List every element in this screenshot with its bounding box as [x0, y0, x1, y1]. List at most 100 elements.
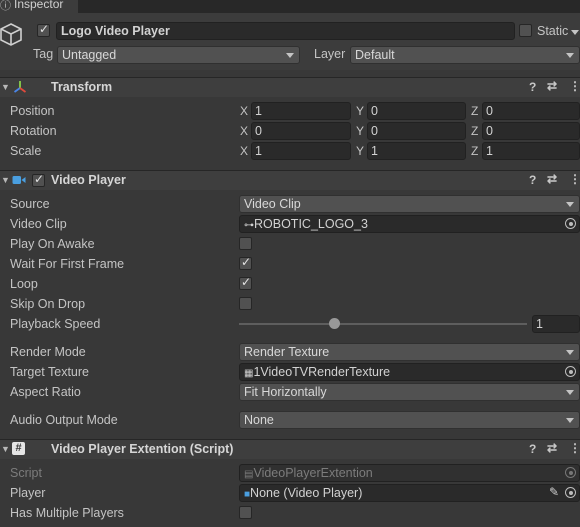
skip-on-drop-label: Skip On Drop — [10, 297, 86, 311]
static-dropdown-caret[interactable] — [571, 30, 579, 35]
audio-output-label: Audio Output Mode — [10, 413, 118, 427]
help-icon[interactable]: ? — [529, 173, 536, 187]
tab-inspector-label: Inspector — [14, 0, 64, 11]
video-clip-label: Video Clip — [10, 217, 67, 231]
help-icon[interactable]: ? — [529, 442, 536, 456]
gameobject-cube-icon — [0, 23, 22, 46]
object-picker-icon — [565, 467, 576, 478]
chevron-down-icon — [566, 202, 574, 207]
scale-x-axis-label[interactable]: X — [240, 144, 248, 158]
audio-output-value: None — [244, 413, 274, 427]
video-player-title: Video Player — [51, 173, 126, 187]
script-component-title: Video Player Extention (Script) — [51, 442, 234, 456]
script-icon: # — [12, 442, 25, 455]
chevron-down-icon — [566, 390, 574, 395]
play-on-awake-checkbox[interactable] — [239, 237, 252, 250]
aspect-ratio-label: Aspect Ratio — [10, 385, 81, 399]
scale-label: Scale — [10, 144, 42, 158]
transform-icon — [13, 81, 27, 93]
preset-icon[interactable]: ⇄ — [547, 172, 557, 186]
foldout-arrow-icon[interactable]: ▼ — [1, 175, 10, 185]
wait-first-frame-checkbox[interactable] — [239, 255, 252, 270]
layer-value: Default — [355, 48, 395, 62]
object-picker-icon[interactable] — [565, 487, 576, 498]
position-z-field[interactable]: 0 — [482, 102, 580, 120]
loop-checkbox[interactable] — [239, 275, 252, 290]
rotation-y-field[interactable]: 0 — [367, 122, 466, 140]
object-picker-icon[interactable] — [565, 366, 576, 377]
playback-speed-slider-thumb[interactable] — [328, 318, 340, 329]
help-icon[interactable]: ? — [529, 80, 536, 94]
source-dropdown[interactable]: Video Clip — [239, 195, 580, 213]
player-label: Player — [10, 486, 46, 500]
tag-value: Untagged — [62, 48, 117, 62]
scale-x-field[interactable]: 1 — [251, 142, 351, 160]
chevron-down-icon — [286, 53, 294, 58]
playback-speed-slider-track[interactable] — [239, 323, 527, 325]
player-field[interactable]: ■None (Video Player) ✎ — [239, 484, 580, 502]
loop-label: Loop — [10, 277, 38, 291]
tag-dropdown[interactable]: Untagged — [57, 46, 300, 64]
object-picker-icon[interactable] — [565, 218, 576, 229]
preset-icon[interactable]: ⇄ — [547, 79, 557, 93]
position-y-axis-label[interactable]: Y — [356, 104, 364, 118]
position-x-field[interactable]: 1 — [251, 102, 351, 120]
has-multiple-players-checkbox[interactable] — [239, 506, 252, 519]
foldout-arrow-icon[interactable]: ▼ — [1, 444, 10, 454]
scale-z-axis-label[interactable]: Z — [471, 144, 478, 158]
playback-speed-label: Playback Speed — [10, 317, 101, 331]
tab-inspector[interactable]: ⓘ Inspector — [0, 0, 78, 13]
kebab-menu-icon[interactable]: ⋮ — [569, 441, 580, 455]
gameobject-name-input[interactable]: Logo Video Player — [56, 22, 515, 40]
play-on-awake-label: Play On Awake — [10, 237, 95, 251]
video-player-icon — [12, 176, 26, 184]
render-mode-value: Render Texture — [244, 345, 330, 359]
layer-label: Layer — [314, 47, 346, 61]
rotation-x-field[interactable]: 0 — [251, 122, 351, 140]
inspector-icon: ⓘ — [0, 0, 11, 12]
kebab-menu-icon[interactable]: ⋮ — [569, 172, 580, 186]
chevron-down-icon — [566, 418, 574, 423]
kebab-menu-icon[interactable]: ⋮ — [569, 79, 580, 93]
rotation-z-axis-label[interactable]: Z — [471, 124, 478, 138]
video-clip-value: ROBOTIC_LOGO_3 — [254, 217, 368, 231]
scale-y-axis-label[interactable]: Y — [356, 144, 364, 158]
has-multiple-players-label: Has Multiple Players — [10, 506, 124, 520]
static-label: Static — [537, 24, 569, 38]
position-z-axis-label[interactable]: Z — [471, 104, 478, 118]
transform-title: Transform — [51, 80, 113, 94]
script-label: Script — [10, 466, 42, 480]
aspect-ratio-dropdown[interactable]: Fit Horizontally — [239, 383, 580, 401]
aspect-ratio-value: Fit Horizontally — [244, 385, 327, 399]
gameobject-active-checkbox[interactable] — [37, 22, 50, 37]
script-field: ▤VideoPlayerExtention — [239, 464, 580, 482]
rotation-y-axis-label[interactable]: Y — [356, 124, 364, 138]
render-mode-dropdown[interactable]: Render Texture — [239, 343, 580, 361]
position-y-field[interactable]: 0 — [367, 102, 466, 120]
target-texture-field[interactable]: ▦1VideoTVRenderTexture — [239, 363, 580, 381]
pencil-icon[interactable]: ✎ — [549, 485, 559, 500]
video-clip-field[interactable]: ⊶ROBOTIC_LOGO_3 — [239, 215, 580, 233]
layer-dropdown[interactable]: Default — [350, 46, 580, 64]
tag-label: Tag — [33, 47, 54, 61]
target-texture-label: Target Texture — [10, 365, 89, 379]
skip-on-drop-checkbox[interactable] — [239, 297, 252, 310]
player-value: None (Video Player) — [250, 486, 363, 500]
rotation-label: Rotation — [10, 124, 57, 138]
position-x-axis-label[interactable]: X — [240, 104, 248, 118]
rotation-x-axis-label[interactable]: X — [240, 124, 248, 138]
scale-y-field[interactable]: 1 — [367, 142, 466, 160]
rotation-z-field[interactable]: 0 — [482, 122, 580, 140]
chevron-down-icon — [566, 53, 574, 58]
chevron-down-icon — [566, 350, 574, 355]
foldout-arrow-icon[interactable]: ▼ — [1, 82, 10, 92]
audio-output-dropdown[interactable]: None — [239, 411, 580, 429]
static-checkbox[interactable] — [519, 24, 532, 37]
tab-bar — [0, 0, 580, 13]
scale-z-field[interactable]: 1 — [482, 142, 580, 160]
source-value: Video Clip — [244, 197, 301, 211]
video-player-enabled-checkbox[interactable] — [32, 172, 45, 187]
playback-speed-field[interactable]: 1 — [532, 315, 580, 333]
preset-icon[interactable]: ⇄ — [547, 441, 557, 455]
script-value: VideoPlayerExtention — [253, 466, 373, 480]
